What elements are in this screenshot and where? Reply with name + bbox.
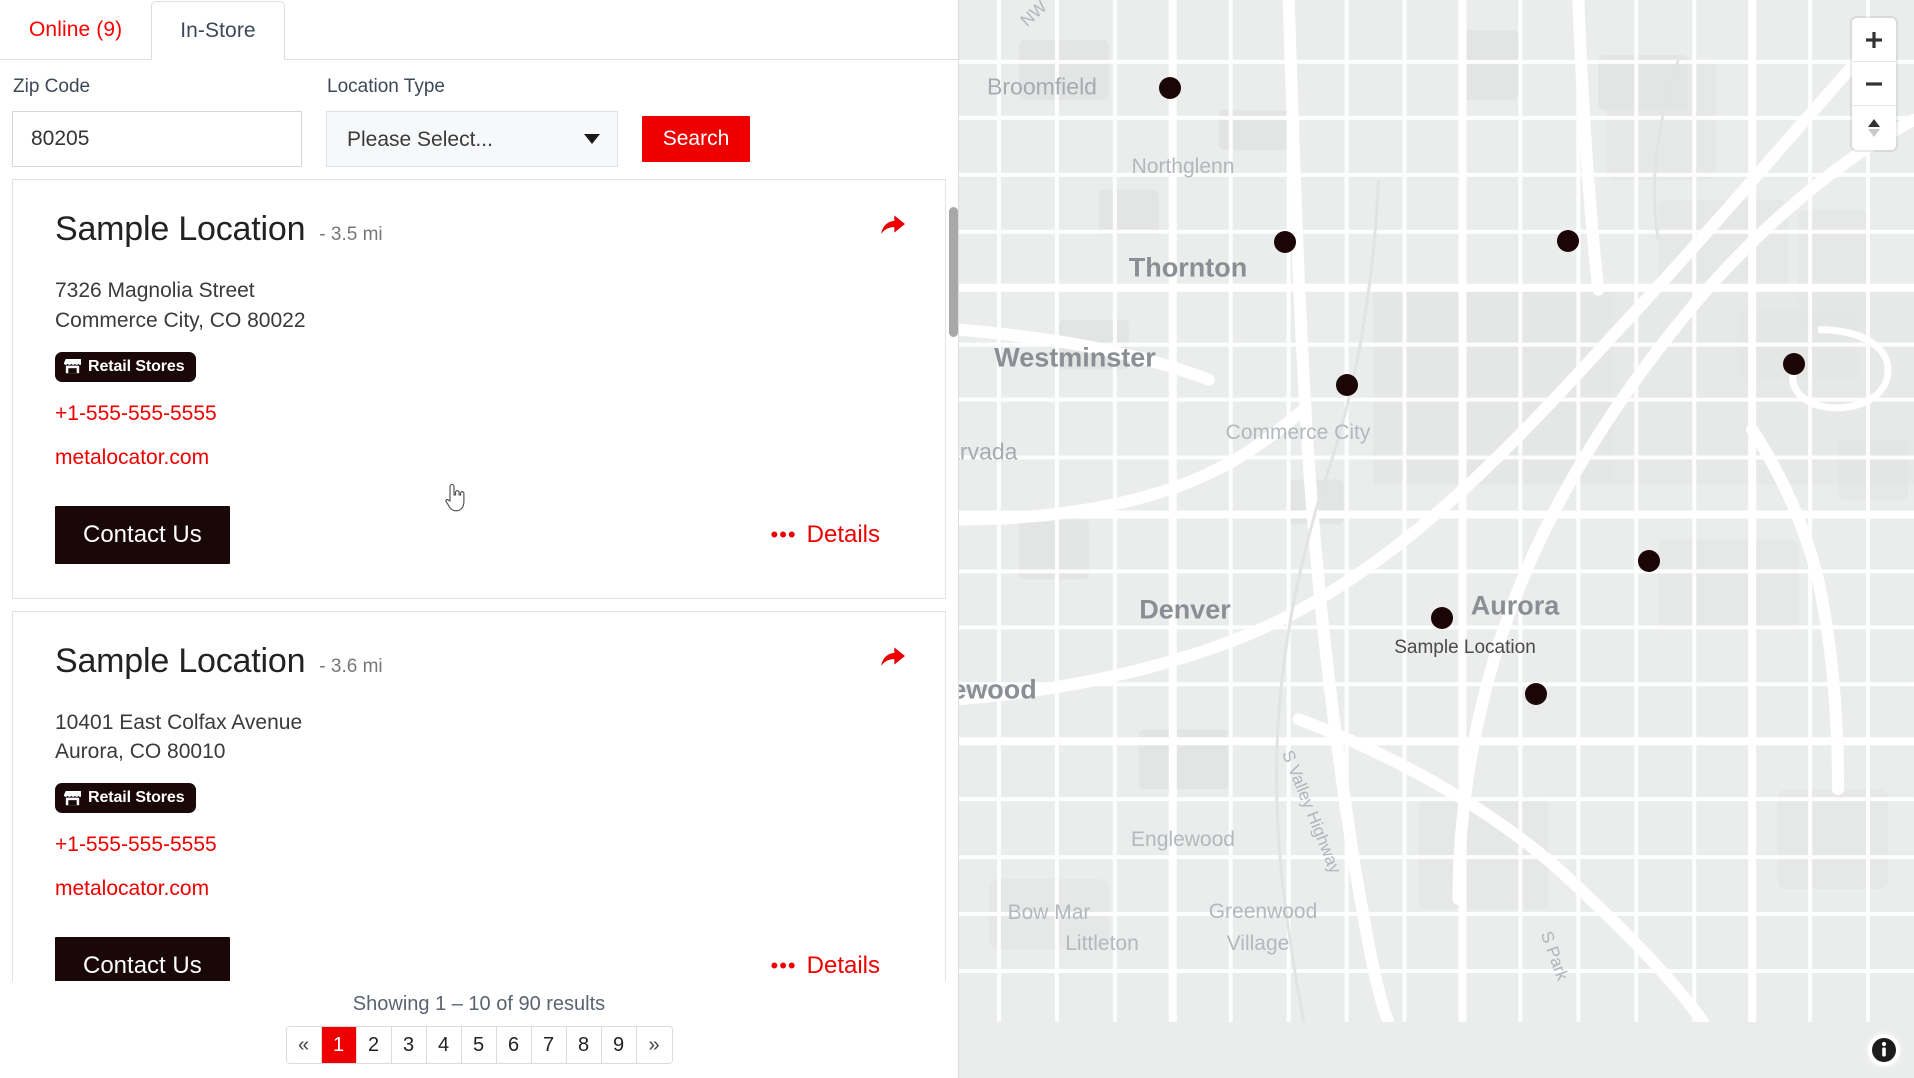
details-label: Details [807, 952, 880, 980]
map-marker[interactable] [1638, 550, 1660, 572]
pagination-page-2[interactable]: 2 [357, 1027, 392, 1063]
map-marker[interactable] [1274, 231, 1296, 253]
website-link[interactable]: metalocator.com [55, 446, 209, 470]
card-actions: Contact Us ••• Details [55, 506, 905, 564]
details-link[interactable]: ••• Details [771, 521, 880, 549]
location-distance: - 3.6 mi [319, 656, 382, 678]
result-tabs: Online (9) In-Store [0, 0, 958, 60]
pagination-page-5[interactable]: 5 [462, 1027, 497, 1063]
details-link[interactable]: ••• Details [771, 952, 880, 980]
address-line-2: Aurora, CO 80010 [55, 737, 905, 767]
pagination-first[interactable]: « [287, 1027, 322, 1063]
ellipsis-icon: ••• [771, 524, 797, 546]
pagination-page-1[interactable]: 1 [322, 1027, 357, 1063]
map-marker[interactable] [1525, 683, 1547, 705]
compass-reset-north-button[interactable] [1852, 106, 1896, 150]
search-button[interactable]: Search [642, 116, 750, 162]
location-title-row: Sample Location - 3.5 mi [55, 210, 905, 249]
contact-us-button[interactable]: Contact Us [55, 937, 230, 981]
results-scrollbar-thumb[interactable] [949, 207, 958, 337]
pagination-page-3[interactable]: 3 [392, 1027, 427, 1063]
contact-us-button[interactable]: Contact Us [55, 506, 230, 564]
results-list-area: Sample Location - 3.5 mi 7326 Magnolia S… [0, 179, 958, 981]
store-icon [64, 791, 81, 806]
ellipsis-icon: ••• [771, 955, 797, 977]
showing-results-text: Showing 1 – 10 of 90 results [0, 993, 958, 1016]
category-badge-label: Retail Stores [88, 358, 185, 376]
results-footer: Showing 1 – 10 of 90 results « 1 2 3 4 5… [0, 981, 958, 1078]
tab-online[interactable]: Online (9) [0, 0, 151, 59]
results-scroll-container[interactable]: Sample Location - 3.5 mi 7326 Magnolia S… [12, 179, 946, 981]
phone-link[interactable]: +1-555-555-5555 [55, 833, 217, 857]
list-item[interactable]: Sample Location - 3.6 mi 10401 East Colf… [12, 611, 946, 981]
map-info-button[interactable] [1868, 1034, 1900, 1066]
address-line-1: 7326 Magnolia Street [55, 276, 905, 306]
website-link[interactable]: metalocator.com [55, 877, 209, 901]
pagination-page-8[interactable]: 8 [567, 1027, 602, 1063]
map-marker[interactable] [1336, 374, 1358, 396]
category-badge: Retail Stores [55, 783, 196, 813]
location-title-row: Sample Location - 3.6 mi [55, 642, 905, 681]
location-address: 10401 East Colfax Avenue Aurora, CO 8001… [55, 708, 905, 768]
store-icon [64, 359, 81, 374]
card-actions: Contact Us ••• Details [55, 937, 905, 981]
location-name: Sample Location [55, 642, 305, 681]
zoom-out-button[interactable] [1852, 62, 1896, 106]
zip-code-input[interactable] [12, 111, 302, 167]
search-form: Zip Code Location Type Please Select... … [0, 60, 958, 179]
map-marker[interactable] [1557, 230, 1579, 252]
compass-icon [1864, 117, 1884, 139]
results-scrollbar[interactable] [949, 187, 958, 973]
address-line-2: Commerce City, CO 80022 [55, 306, 905, 336]
plus-icon [1864, 30, 1884, 50]
zip-code-label: Zip Code [12, 76, 302, 98]
map-marker[interactable] [1431, 607, 1453, 629]
store-locator-app: Online (9) In-Store Zip Code Location Ty… [0, 0, 1914, 1078]
location-type-group: Location Type Please Select... [326, 76, 618, 167]
location-address: 7326 Magnolia Street Commerce City, CO 8… [55, 276, 905, 336]
zoom-in-button[interactable] [1852, 18, 1896, 62]
map-marker[interactable] [1159, 77, 1181, 99]
phone-link[interactable]: +1-555-555-5555 [55, 402, 217, 426]
zip-code-group: Zip Code [12, 76, 302, 167]
pagination-page-6[interactable]: 6 [497, 1027, 532, 1063]
pagination-last[interactable]: » [637, 1027, 672, 1063]
map-canvas[interactable] [959, 0, 1914, 1022]
map-marker[interactable] [1783, 353, 1805, 375]
location-type-select-wrap: Please Select... [326, 111, 618, 167]
pagination-page-7[interactable]: 7 [532, 1027, 567, 1063]
pagination: « 1 2 3 4 5 6 7 8 9 » [286, 1026, 673, 1064]
category-badge-label: Retail Stores [88, 789, 185, 807]
results-panel: Online (9) In-Store Zip Code Location Ty… [0, 0, 958, 1078]
directions-icon[interactable] [877, 642, 909, 674]
location-type-select[interactable]: Please Select... [326, 111, 618, 167]
location-distance: - 3.5 mi [319, 224, 382, 246]
pagination-page-4[interactable]: 4 [427, 1027, 462, 1063]
tab-in-store[interactable]: In-Store [151, 1, 285, 60]
location-type-label: Location Type [326, 76, 618, 98]
address-line-1: 10401 East Colfax Avenue [55, 708, 905, 738]
category-badge: Retail Stores [55, 352, 196, 382]
minus-icon [1864, 74, 1884, 94]
map-zoom-controls [1852, 18, 1896, 150]
list-item[interactable]: Sample Location - 3.5 mi 7326 Magnolia S… [12, 179, 946, 599]
details-label: Details [807, 521, 880, 549]
info-icon [1871, 1037, 1897, 1063]
directions-icon[interactable] [877, 210, 909, 242]
map-panel[interactable]: NWBroomfieldNorthglennThorntonWestminste… [958, 0, 1914, 1078]
pagination-page-9[interactable]: 9 [602, 1027, 637, 1063]
location-name: Sample Location [55, 210, 305, 249]
